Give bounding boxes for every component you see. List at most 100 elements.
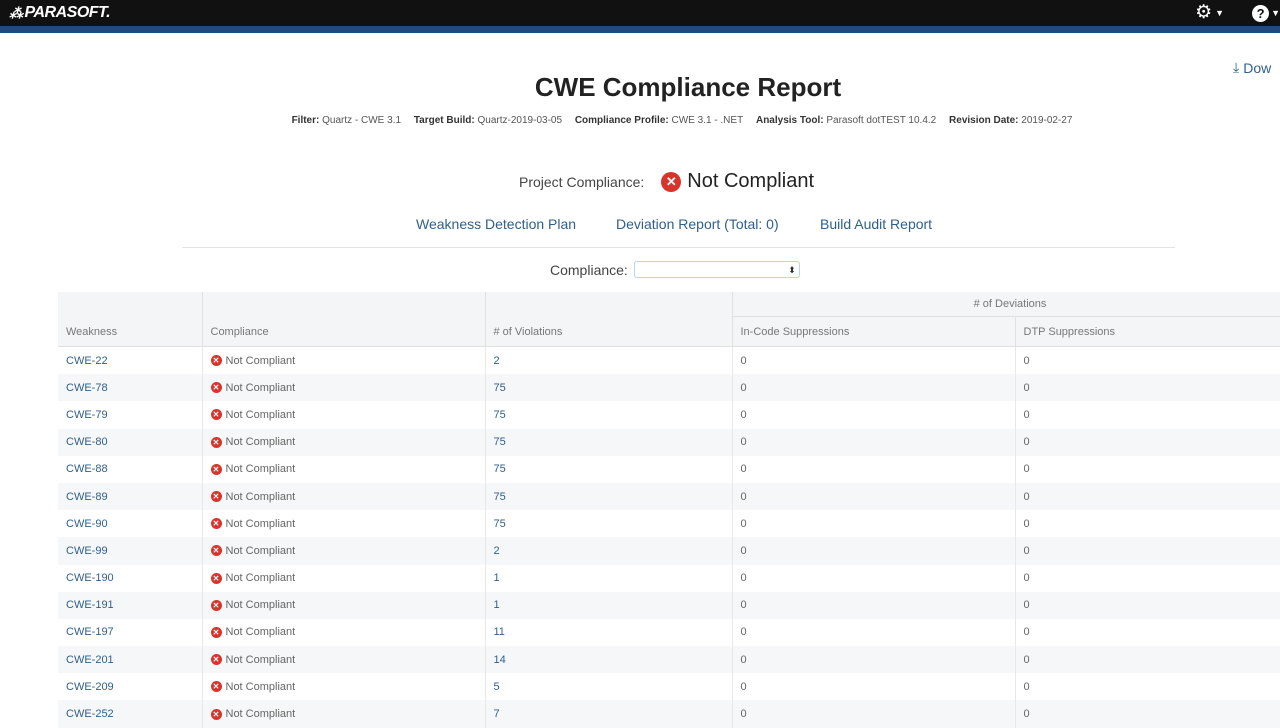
compliance-cell: ✕ Not Compliant bbox=[202, 646, 486, 674]
weakness-link[interactable]: CWE-88 bbox=[66, 463, 108, 475]
chevron-down-icon[interactable]: ▼ bbox=[1271, 8, 1280, 18]
page-title: CWE Compliance Report bbox=[534, 72, 842, 102]
weakness-link[interactable]: CWE-197 bbox=[66, 626, 114, 638]
violations-link[interactable]: 14 bbox=[494, 654, 506, 666]
violations-cell[interactable]: 75 bbox=[485, 482, 733, 511]
weakness-link[interactable]: CWE-209 bbox=[66, 681, 114, 693]
table-row: CWE-190 ✕ Not Compliant 1 0 0 bbox=[58, 564, 1280, 592]
weakness-link[interactable]: CWE-252 bbox=[66, 708, 114, 720]
weakness-cell[interactable]: CWE-191 bbox=[58, 591, 203, 619]
weakness-cell[interactable]: CWE-90 bbox=[58, 510, 203, 538]
weakness-link[interactable]: CWE-89 bbox=[66, 491, 108, 503]
weakness-cell[interactable]: CWE-22 bbox=[58, 346, 203, 375]
violations-cell[interactable]: 5 bbox=[485, 673, 733, 701]
compliance-select[interactable]: ⬍ bbox=[633, 261, 800, 278]
violations-cell[interactable]: 75 bbox=[485, 428, 733, 456]
violations-link[interactable]: 5 bbox=[494, 681, 500, 693]
not-compliant-icon: ✕ bbox=[210, 708, 222, 720]
col-in-code-suppressions[interactable]: In-Code Suppressions bbox=[732, 316, 1016, 347]
compliance-cell: ✕ Not Compliant bbox=[202, 591, 486, 619]
weakness-link[interactable]: CWE-191 bbox=[66, 599, 114, 611]
weakness-cell[interactable]: CWE-201 bbox=[58, 646, 203, 674]
violations-link[interactable]: 2 bbox=[494, 545, 500, 557]
compliance-filter-label: Compliance: bbox=[550, 261, 628, 278]
violations-link[interactable]: 75 bbox=[494, 518, 506, 530]
col-compliance[interactable]: Compliance bbox=[202, 292, 486, 347]
weakness-cell[interactable]: CWE-99 bbox=[58, 537, 203, 565]
violations-link[interactable]: 2 bbox=[494, 355, 500, 367]
dtp-suppressions-cell: 0 bbox=[1015, 510, 1280, 538]
weakness-cell[interactable]: CWE-89 bbox=[58, 482, 203, 511]
not-compliant-icon: ✕ bbox=[210, 545, 222, 557]
in-code-suppressions-cell: 0 bbox=[732, 510, 1016, 538]
weakness-link[interactable]: CWE-90 bbox=[66, 518, 108, 530]
chevron-down-icon[interactable]: ▼ bbox=[1215, 8, 1224, 18]
violations-link[interactable]: 75 bbox=[494, 436, 506, 448]
violations-cell[interactable]: 11 bbox=[485, 618, 733, 647]
weakness-link[interactable]: CWE-78 bbox=[66, 382, 108, 394]
dtp-suppressions-cell: 0 bbox=[1015, 646, 1280, 674]
dtp-suppressions-cell: 0 bbox=[1015, 618, 1280, 647]
weakness-cell[interactable]: CWE-209 bbox=[58, 673, 203, 701]
weakness-cell[interactable]: CWE-79 bbox=[58, 401, 203, 429]
in-code-suppressions-cell: 0 bbox=[732, 346, 1016, 375]
target-build-label: Target Build: bbox=[413, 115, 475, 126]
violations-link[interactable]: 7 bbox=[494, 708, 500, 720]
table-row: CWE-252 ✕ Not Compliant 7 0 0 bbox=[58, 700, 1280, 728]
violations-cell[interactable]: 75 bbox=[485, 401, 733, 429]
table-row: CWE-79 ✕ Not Compliant 75 0 0 bbox=[58, 401, 1280, 429]
violations-link[interactable]: 75 bbox=[494, 463, 506, 475]
violations-cell[interactable]: 75 bbox=[485, 374, 733, 402]
violations-link[interactable]: 75 bbox=[494, 409, 506, 421]
weakness-link[interactable]: CWE-190 bbox=[66, 572, 114, 584]
col-dtp-suppressions[interactable]: DTP Suppressions bbox=[1015, 316, 1280, 347]
compliance-cell: ✕ Not Compliant bbox=[202, 401, 486, 429]
violations-cell[interactable]: 1 bbox=[485, 591, 733, 619]
violations-cell[interactable]: 2 bbox=[485, 537, 733, 565]
compliance-status: Not Compliant bbox=[225, 381, 296, 394]
help-icon[interactable]: ? bbox=[1252, 4, 1270, 22]
in-code-suppressions-cell: 0 bbox=[732, 455, 1016, 483]
weakness-cell[interactable]: CWE-80 bbox=[58, 428, 203, 456]
violations-cell[interactable]: 75 bbox=[485, 510, 733, 538]
col-weakness[interactable]: Weakness bbox=[58, 292, 203, 347]
violations-link[interactable]: 11 bbox=[494, 626, 505, 638]
table-row: CWE-90 ✕ Not Compliant 75 0 0 bbox=[58, 510, 1280, 538]
violations-link[interactable]: 1 bbox=[494, 599, 500, 611]
weakness-link[interactable]: CWE-79 bbox=[66, 409, 108, 421]
violations-cell[interactable]: 2 bbox=[485, 346, 733, 375]
deviation-report-link[interactable]: Deviation Report (Total: 0) bbox=[616, 216, 779, 232]
compliance-status: Not Compliant bbox=[225, 599, 296, 612]
violations-cell[interactable]: 75 bbox=[485, 455, 733, 483]
weakness-link[interactable]: CWE-99 bbox=[66, 545, 108, 557]
build-audit-report-link[interactable]: Build Audit Report bbox=[820, 216, 932, 232]
weakness-detection-plan-link[interactable]: Weakness Detection Plan bbox=[416, 216, 576, 232]
table-row: CWE-191 ✕ Not Compliant 1 0 0 bbox=[58, 591, 1280, 619]
compliance-status: Not Compliant bbox=[225, 408, 296, 421]
compliance-status: Not Compliant bbox=[225, 572, 296, 585]
col-violations[interactable]: # of Violations bbox=[485, 292, 733, 347]
violations-cell[interactable]: 1 bbox=[485, 564, 733, 592]
not-compliant-icon: ✕ bbox=[210, 681, 222, 693]
weakness-cell[interactable]: CWE-78 bbox=[58, 374, 203, 402]
violations-link[interactable]: 75 bbox=[494, 491, 506, 503]
violations-cell[interactable]: 14 bbox=[485, 646, 733, 674]
weakness-link[interactable]: CWE-80 bbox=[66, 436, 108, 448]
table-row: CWE-22 ✕ Not Compliant 2 0 0 bbox=[58, 346, 1280, 375]
dtp-suppressions-cell: 0 bbox=[1015, 564, 1280, 592]
weakness-cell[interactable]: CWE-252 bbox=[58, 700, 203, 728]
violations-link[interactable]: 1 bbox=[494, 572, 500, 584]
weakness-cell[interactable]: CWE-88 bbox=[58, 455, 203, 483]
compliance-status: Not Compliant bbox=[225, 653, 296, 666]
weakness-link[interactable]: CWE-22 bbox=[66, 355, 108, 367]
gear-icon[interactable]: ⚙ bbox=[1195, 3, 1212, 23]
parasoft-logo[interactable]: ⁂ PARASOFT. bbox=[9, 3, 111, 23]
weakness-link[interactable]: CWE-201 bbox=[66, 654, 114, 666]
weakness-cell[interactable]: CWE-190 bbox=[58, 564, 203, 592]
violations-cell[interactable]: 7 bbox=[485, 700, 733, 728]
violations-link[interactable]: 75 bbox=[494, 382, 506, 394]
in-code-suppressions-cell: 0 bbox=[732, 700, 1016, 728]
weakness-cell[interactable]: CWE-197 bbox=[58, 618, 203, 647]
not-compliant-icon: ✕ bbox=[210, 436, 222, 448]
logo-mark-icon: ⁂ bbox=[9, 4, 23, 21]
